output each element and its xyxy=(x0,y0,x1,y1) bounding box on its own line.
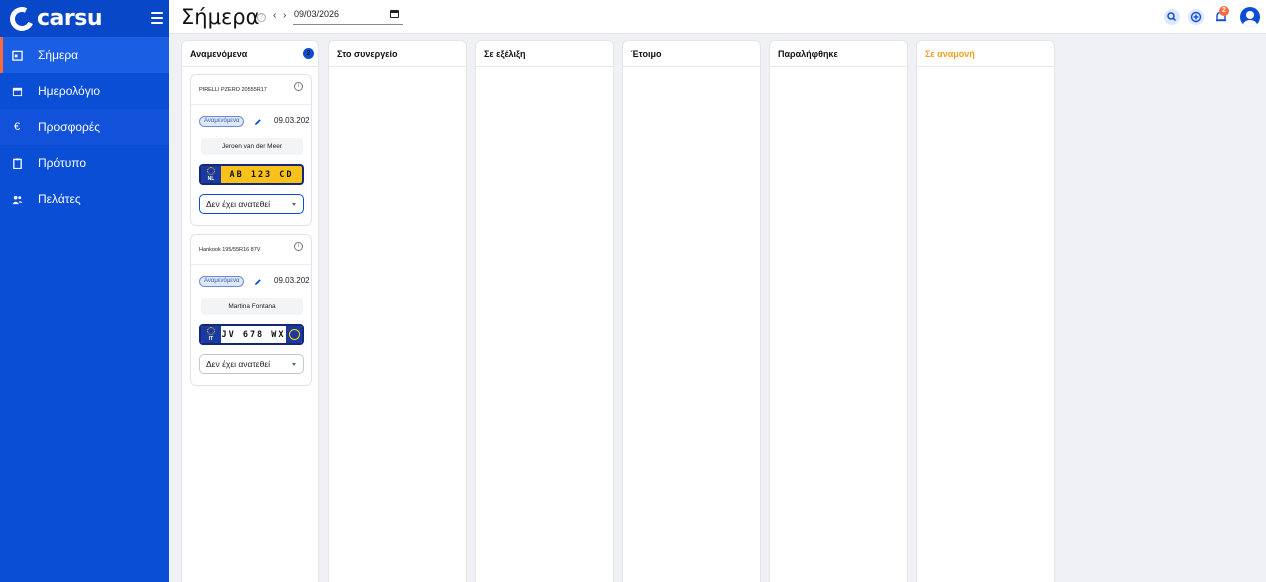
brand-name: carsu xyxy=(37,6,103,31)
menu-toggle-icon[interactable] xyxy=(151,12,163,27)
chevron-down-icon xyxy=(292,203,296,206)
edit-icon[interactable] xyxy=(254,278,262,286)
column-header: Σε αναμονή xyxy=(917,41,1054,67)
top-bar: Σήμερα ? ‹ › 09/03/2026 2 xyxy=(169,0,1266,34)
sidebar: carsu Σήμερα Ημερολόγιο € Προσφορές Πρότ… xyxy=(0,0,169,582)
plate-country: IT xyxy=(208,336,214,342)
column-expected: Αναμενόμενα 2 PIRELLI PZERO 20555R17 i Α… xyxy=(181,40,319,582)
column-header: Παραλήφθηκε xyxy=(770,41,907,67)
logo-ring-icon xyxy=(6,3,38,34)
clipboard-icon xyxy=(10,156,24,170)
edit-icon[interactable] xyxy=(254,118,262,126)
card-header: Hankook 195/55R16 87V i xyxy=(191,235,311,265)
plate-number: AB 123 CD xyxy=(229,169,294,180)
notifications-button[interactable]: 2 xyxy=(1213,6,1229,25)
plate-number: JV 678 WX xyxy=(221,329,286,340)
info-icon[interactable]: i xyxy=(294,82,303,91)
add-circle-icon xyxy=(1190,11,1202,23)
assignee-select[interactable]: Δεν έχει ανατεθεί xyxy=(199,354,304,374)
date-field[interactable]: 09/03/2026 xyxy=(293,9,403,25)
calendar-picker-icon[interactable] xyxy=(390,10,399,18)
assignee-value: Δεν έχει ανατεθεί xyxy=(206,359,270,369)
assignee-value: Δεν έχει ανατεθεί xyxy=(206,199,270,209)
previous-day-icon[interactable]: ‹ xyxy=(273,10,276,21)
search-button[interactable] xyxy=(1164,9,1180,25)
column-header: Έτοιμο xyxy=(623,41,760,67)
column-title: Σε εξέλιξη xyxy=(484,48,526,59)
card-date: 09.03.202 xyxy=(274,116,310,125)
carsu-logo[interactable]: carsu xyxy=(6,3,103,34)
column-in-progress: Σε εξέλιξη xyxy=(475,40,614,582)
page-title: Σήμερα xyxy=(181,5,260,29)
sidebar-item-label: Προσφορές xyxy=(38,120,100,134)
column-on-hold: Σε αναμονή xyxy=(916,40,1055,582)
calendar-icon xyxy=(10,84,24,98)
status-chip[interactable]: Αναμενόμενα xyxy=(199,276,245,287)
status-chip[interactable]: Αναμενόμενα xyxy=(199,116,245,127)
column-header: Αναμενόμενα 2 xyxy=(182,41,318,67)
euro-icon: € xyxy=(13,121,21,133)
column-title: Στο συνεργείο xyxy=(337,48,398,59)
column-ready: Έτοιμο xyxy=(622,40,761,582)
info-icon[interactable]: i xyxy=(294,242,303,251)
assignee-select[interactable]: Δεν έχει ανατεθεί xyxy=(199,194,304,214)
license-plate: IT JV 678 WX xyxy=(199,324,304,345)
sidebar-item-label: Σήμερα xyxy=(38,48,79,62)
sidebar-item-label: Ημερολόγιο xyxy=(38,84,101,98)
avatar[interactable] xyxy=(1240,7,1260,27)
sidebar-item-customers[interactable]: Πελάτες xyxy=(0,181,169,217)
sidebar-item-label: Πρότυπο xyxy=(38,156,87,170)
date-value: 09/03/2026 xyxy=(294,9,340,19)
tyre-name: Hankook 195/55R16 87V xyxy=(199,247,261,253)
search-icon xyxy=(1167,12,1177,22)
plate-country: NL xyxy=(207,176,215,182)
eu-flag-icon: IT xyxy=(201,326,221,343)
column-header: Σε εξέλιξη xyxy=(476,41,613,67)
sidebar-item-label: Πελάτες xyxy=(38,192,81,206)
license-plate: NL AB 123 CD xyxy=(199,164,304,185)
sidebar-item-today[interactable]: Σήμερα xyxy=(0,37,169,73)
column-in-workshop: Στο συνεργείο xyxy=(328,40,467,582)
job-card[interactable]: PIRELLI PZERO 20555R17 i Αναμενόμενα 09.… xyxy=(190,74,312,226)
column-title: Σε αναμονή xyxy=(925,48,975,59)
chevron-down-icon xyxy=(292,363,296,366)
help-icon[interactable]: ? xyxy=(257,13,266,22)
plate-region-icon xyxy=(286,326,302,343)
notification-badge: 2 xyxy=(1219,6,1229,16)
card-date: 09.03.202 xyxy=(274,276,310,285)
add-button[interactable] xyxy=(1188,9,1204,25)
users-icon xyxy=(10,192,24,206)
tyre-name: PIRELLI PZERO 20555R17 xyxy=(199,87,267,93)
sidebar-item-template[interactable]: Πρότυπο xyxy=(0,145,169,181)
next-day-icon[interactable]: › xyxy=(283,10,286,21)
sidebar-item-calendar[interactable]: Ημερολόγιο xyxy=(0,73,169,109)
eu-flag-icon: NL xyxy=(201,166,221,183)
job-card[interactable]: Hankook 195/55R16 87V i Αναμενόμενα 09.0… xyxy=(190,234,312,386)
column-title: Έτοιμο xyxy=(631,48,662,59)
column-count-badge: 2 xyxy=(303,48,314,59)
column-picked-up: Παραλήφθηκε xyxy=(769,40,908,582)
customer-name: Martina Fontana xyxy=(201,298,303,315)
column-title: Παραλήφθηκε xyxy=(778,48,838,59)
today-icon xyxy=(10,48,24,62)
sidebar-item-offers[interactable]: € Προσφορές xyxy=(0,109,169,145)
card-header: PIRELLI PZERO 20555R17 i xyxy=(191,75,311,105)
column-title: Αναμενόμενα xyxy=(190,48,248,59)
column-header: Στο συνεργείο xyxy=(329,41,466,67)
brand: carsu xyxy=(0,0,169,37)
customer-name: Jeroen van der Meer xyxy=(201,138,303,155)
